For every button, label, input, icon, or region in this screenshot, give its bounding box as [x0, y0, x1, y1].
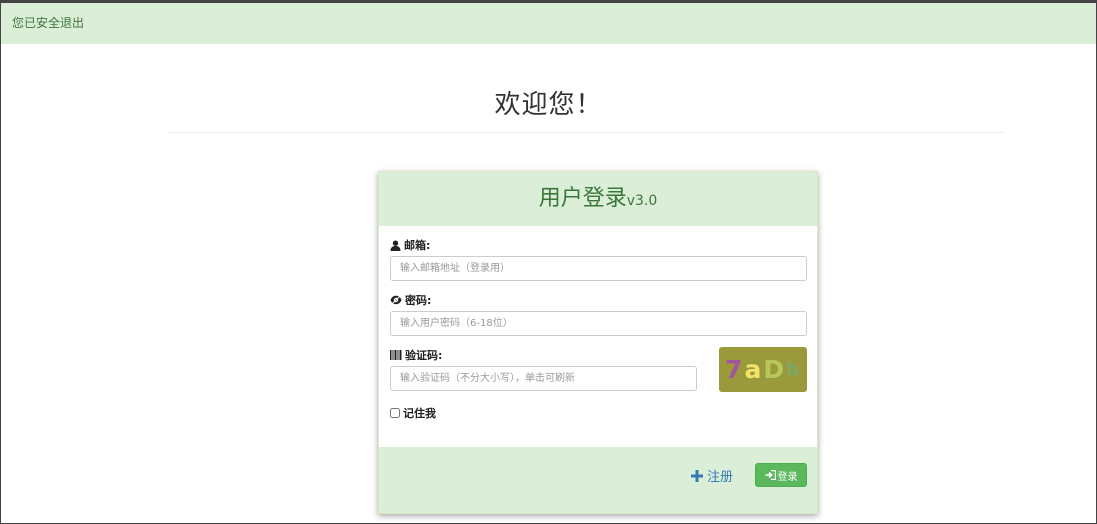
captcha-char: a	[744, 355, 764, 384]
captcha-label: 验证码:	[390, 347, 442, 363]
register-link[interactable]: 注册	[691, 466, 733, 485]
captcha-label-text: 验证码:	[405, 349, 443, 362]
email-label: 邮箱:	[390, 237, 430, 253]
divider	[168, 132, 1004, 133]
captcha-input[interactable]	[390, 366, 697, 391]
panel-version: v3.0	[626, 193, 658, 209]
captcha-image[interactable]: 7 a D b	[719, 347, 807, 392]
remember-checkbox[interactable]	[390, 408, 400, 418]
logout-alert: 您已安全退出	[1, 3, 1096, 44]
panel-title: 用户登录	[538, 186, 627, 211]
page-title: 欢迎您！	[494, 90, 603, 120]
log-in-icon	[765, 470, 776, 480]
login-panel: 用户登录v3.0 邮箱: 密码: 验证码: 7 a	[378, 171, 818, 514]
barcode-icon	[390, 350, 402, 360]
captcha-char: b	[786, 359, 801, 380]
register-label: 注册	[707, 470, 734, 485]
password-label-text: 密码:	[405, 294, 432, 307]
password-label: 密码:	[390, 292, 431, 308]
user-icon	[390, 240, 401, 251]
email-label-text: 邮箱:	[404, 239, 431, 252]
remember-label: 记住我	[403, 407, 436, 420]
panel-heading: 用户登录v3.0	[379, 172, 817, 226]
password-input[interactable]	[390, 311, 807, 336]
alert-text: 您已安全退出	[12, 16, 85, 30]
plus-icon	[691, 469, 703, 482]
eye-icon	[390, 295, 402, 305]
panel-footer: 注册 登录	[379, 447, 817, 513]
remember-me[interactable]: 记住我	[390, 405, 436, 421]
captcha-char: 7	[725, 355, 745, 384]
captcha-char: D	[763, 355, 787, 384]
login-button[interactable]: 登录	[755, 463, 807, 487]
login-label: 登录	[777, 471, 798, 483]
email-input[interactable]	[390, 256, 807, 281]
